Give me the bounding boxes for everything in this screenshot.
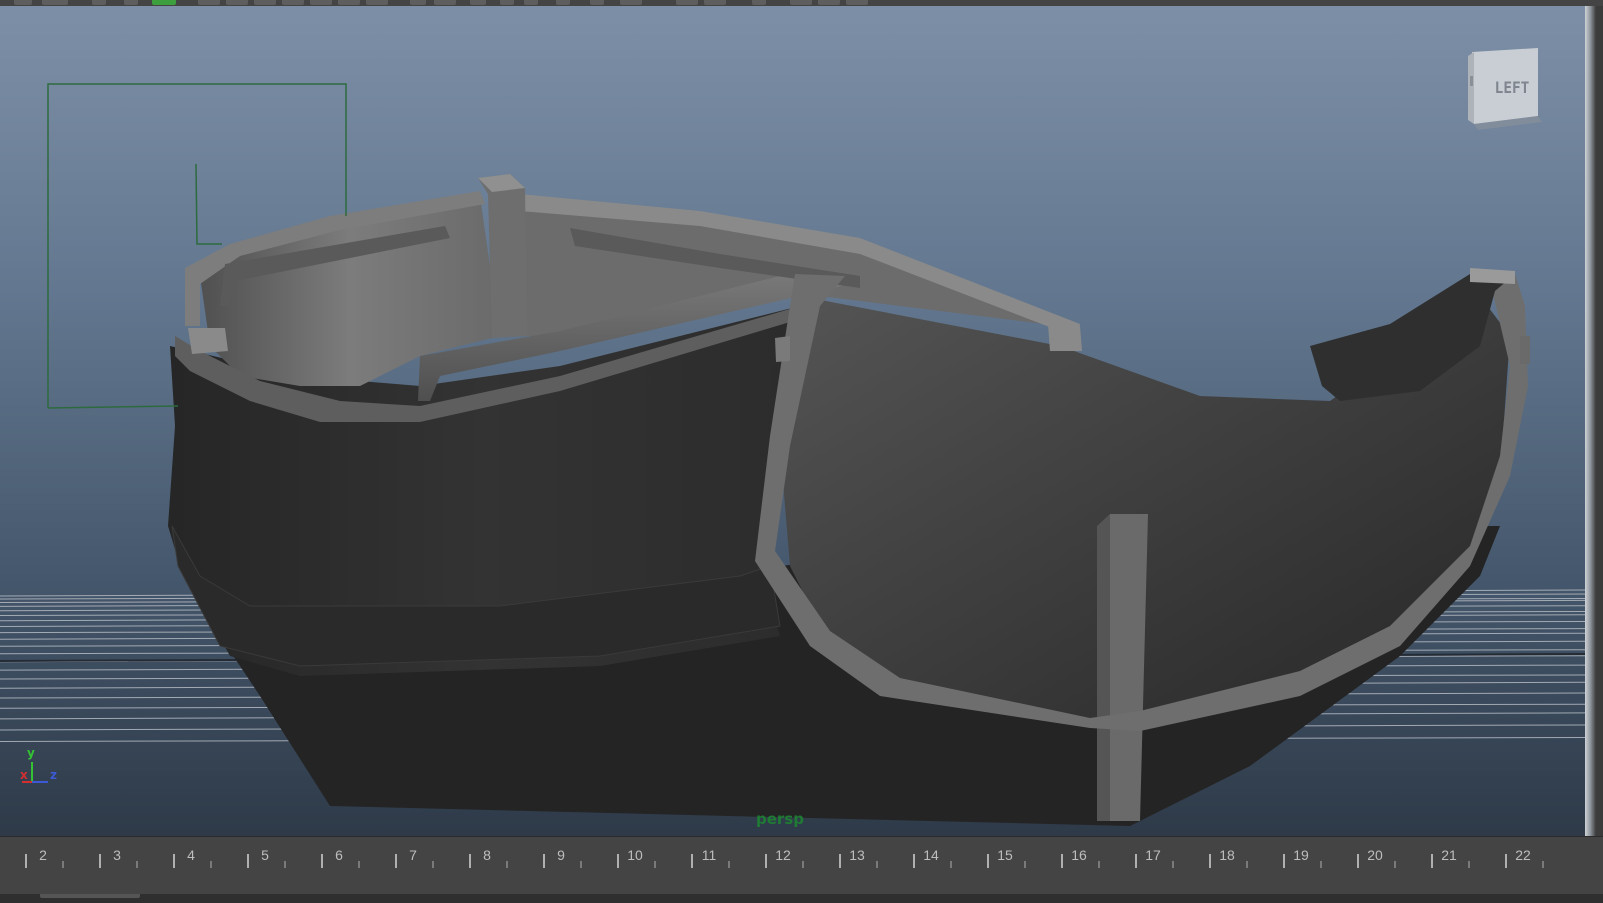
toolbar-button[interactable] — [818, 0, 840, 5]
frame-number-label[interactable]: 3 — [102, 847, 132, 863]
frame-number-label[interactable]: 17 — [1138, 847, 1168, 863]
frame-number-label[interactable]: 5 — [250, 847, 280, 863]
frame-number-label[interactable]: 20 — [1360, 847, 1390, 863]
toolbar-button[interactable] — [556, 0, 570, 5]
toolbar-button[interactable] — [282, 0, 304, 5]
toolbar-button[interactable] — [846, 0, 868, 5]
toolbar-button[interactable] — [676, 0, 698, 5]
frame-number-label[interactable]: 12 — [768, 847, 798, 863]
toolbar-button[interactable] — [790, 0, 812, 5]
toolbar-button[interactable] — [92, 0, 106, 5]
maya-window: LEFT y x z persp 2 3 4 5 6 7 8 9 10 11 12 13 14 15 16 1… — [0, 0, 1603, 903]
toolbar-button[interactable] — [752, 0, 766, 5]
status-bar-tab[interactable] — [40, 894, 140, 898]
toolbar-button[interactable] — [124, 0, 138, 5]
time-slider[interactable]: 2 3 4 5 6 7 8 9 10 11 12 13 14 15 16 17 18 19 20 21 22 — [0, 836, 1603, 895]
frame-number-label[interactable]: 22 — [1508, 847, 1538, 863]
axis-y-label: y — [27, 746, 35, 760]
toolbar-button[interactable] — [310, 0, 332, 5]
frame-number-label[interactable]: 19 — [1286, 847, 1316, 863]
frame-number-label[interactable]: 4 — [176, 847, 206, 863]
toolbar-button[interactable] — [226, 0, 248, 5]
status-bar — [0, 894, 1603, 903]
scene-canvas[interactable] — [0, 6, 1585, 836]
time-slider-ticks — [25, 854, 1544, 868]
toolbar-button[interactable] — [704, 0, 726, 5]
frame-number-label[interactable]: 10 — [620, 847, 650, 863]
camera-name-label: persp — [756, 810, 804, 828]
toolbar-button[interactable] — [620, 0, 642, 5]
frame-number-label[interactable]: 14 — [916, 847, 946, 863]
toolbar-button[interactable] — [470, 0, 486, 5]
boat-model[interactable] — [168, 174, 1530, 826]
toolbar-button[interactable] — [42, 0, 68, 5]
view-cube-label[interactable]: LEFT — [1483, 78, 1541, 97]
frame-number-label[interactable]: 15 — [990, 847, 1020, 863]
frame-number-label[interactable]: 6 — [324, 847, 354, 863]
toolbar-button[interactable] — [254, 0, 276, 5]
frame-number-label[interactable]: 2 — [28, 847, 58, 863]
frame-number-label[interactable]: 9 — [546, 847, 576, 863]
toolbar-button[interactable] — [410, 0, 426, 5]
toolbar-button[interactable] — [198, 0, 220, 5]
toolbar-button[interactable] — [524, 0, 538, 5]
frame-number-label[interactable]: 11 — [694, 847, 724, 863]
frame-number-label[interactable]: 16 — [1064, 847, 1094, 863]
toolbar-button[interactable] — [338, 0, 360, 5]
toolbar-button[interactable] — [434, 0, 456, 5]
frame-number-label[interactable]: 13 — [842, 847, 872, 863]
toolbar-active-button[interactable] — [152, 0, 176, 5]
frame-number-label[interactable]: 8 — [472, 847, 502, 863]
axis-z-label: z — [50, 768, 57, 782]
frame-number-label[interactable]: 7 — [398, 847, 428, 863]
toolbar-button[interactable] — [366, 0, 388, 5]
toolbar-button[interactable] — [14, 0, 32, 5]
toolbar-button[interactable] — [500, 0, 514, 5]
axis-gizmo: y x z — [18, 746, 68, 796]
frame-number-label[interactable]: 21 — [1434, 847, 1464, 863]
perspective-viewport[interactable]: LEFT y x z persp — [0, 6, 1585, 836]
frame-number-label[interactable]: 18 — [1212, 847, 1242, 863]
toolbar-button[interactable] — [590, 0, 604, 5]
axis-x-label: x — [20, 768, 28, 782]
viewport-frame-edge — [1585, 6, 1603, 836]
